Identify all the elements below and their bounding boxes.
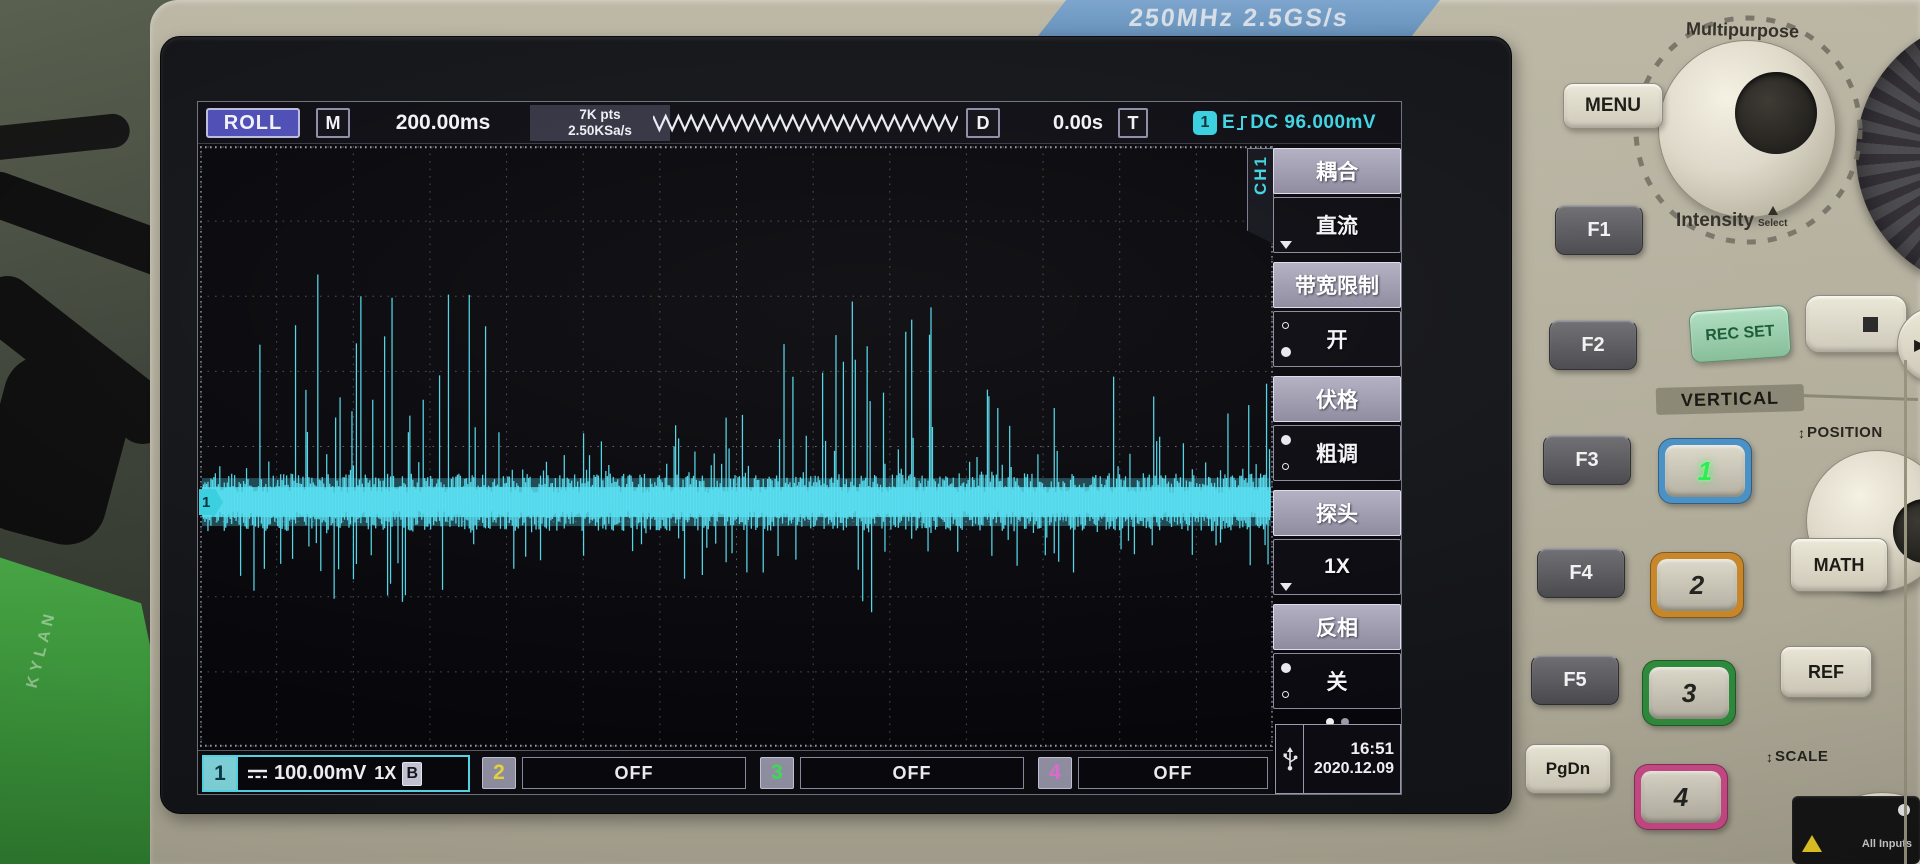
channel-1-button[interactable]: 1	[1658, 438, 1752, 504]
record-points: 7K pts	[579, 107, 621, 122]
channel-3-label: 3	[1649, 667, 1729, 719]
channel-4-label: 4	[1641, 771, 1721, 823]
menu-item-volts-div: 伏格 粗调	[1273, 376, 1401, 481]
menu-item-bandwidth-limit: 带宽限制 开	[1273, 262, 1401, 367]
ch2-status: OFF	[522, 757, 746, 789]
menu-value: 粗调	[1273, 425, 1401, 481]
ch1-badge: 1	[204, 757, 238, 790]
select-knob-icon	[1768, 206, 1778, 215]
updown-icon: ↕	[1766, 748, 1773, 765]
noise-waveform-preview-icon	[653, 113, 958, 133]
menu-label: 伏格	[1273, 376, 1401, 422]
ch1-bandwidth-chip: B	[402, 761, 423, 786]
menu-channel-tab: CH1	[1247, 148, 1274, 244]
trigger-edge: E	[1222, 112, 1236, 133]
acquisition-mode-badge: ROLL	[206, 108, 300, 138]
sample-rate: 2.50KSa/s	[568, 123, 632, 138]
f1-button[interactable]: F1	[1555, 205, 1643, 255]
delay-prefix-badge: D	[966, 108, 1000, 138]
datetime-box: 16:51 2020.12.09	[1275, 724, 1401, 794]
ch3-status: OFF	[800, 757, 1024, 789]
knob-indicator-hole	[1735, 72, 1817, 154]
intensity-label: Intensity	[1676, 210, 1755, 231]
input-warning-label: All Inputs	[1792, 796, 1920, 864]
usb-icon	[1276, 725, 1304, 793]
menu-item-probe: 探头 1X	[1273, 490, 1401, 595]
run-stop-button[interactable]	[1805, 295, 1907, 353]
play-icon: ▶	[1914, 335, 1920, 355]
pgdn-button[interactable]: PgDn	[1525, 744, 1611, 794]
menu-value: 直流	[1273, 197, 1401, 253]
channel-3-button[interactable]: 3	[1642, 660, 1736, 726]
radio-off-icon	[1282, 691, 1289, 698]
trigger-info: E DC 96.000mV	[1222, 108, 1400, 138]
trigger-prefix-badge: T	[1118, 108, 1148, 138]
f2-button[interactable]: F2	[1549, 320, 1637, 370]
f3-button[interactable]: F3	[1543, 435, 1631, 485]
updown-icon: ↕	[1798, 424, 1805, 441]
position-label: ↕ POSITION	[1798, 424, 1883, 441]
ch1-scale: 100.00mV	[274, 762, 367, 784]
datetime: 16:51 2020.12.09	[1304, 725, 1400, 793]
ch3-badge: 3	[760, 757, 794, 789]
warning-triangle-icon	[1802, 835, 1822, 852]
trigger-coupling: DC	[1250, 112, 1279, 133]
menu-value: 关	[1273, 653, 1401, 709]
ref-button[interactable]: REF	[1780, 646, 1872, 698]
timebase-value: 200.00ms	[395, 111, 491, 134]
trigger-level: 96.000mV	[1284, 112, 1377, 133]
radio-on-icon	[1281, 435, 1291, 445]
menu-button[interactable]: MENU	[1563, 83, 1663, 129]
ch1-status-group: 1 100.00mV 1X B	[202, 755, 470, 792]
trigger-source-badge: 1	[1193, 111, 1217, 135]
select-label: Select	[1758, 218, 1788, 229]
radio-on-icon	[1281, 663, 1291, 673]
menu-item-invert: 反相 关	[1273, 604, 1401, 709]
acquisition-info: 7K pts 2.50KSa/s	[530, 105, 670, 141]
oscilloscope-photo: KYLAN 250MHz 2.5GS/s ROLL M 200.00ms 7K …	[0, 0, 1920, 864]
vertical-section-label: VERTICAL	[1655, 384, 1805, 415]
menu-value: 1X	[1273, 539, 1401, 595]
menu-label: 探头	[1273, 490, 1401, 536]
f4-button[interactable]: F4	[1537, 548, 1625, 598]
channel-1-label: 1	[1665, 445, 1745, 497]
radio-off-icon	[1282, 463, 1289, 470]
rising-edge-icon	[1237, 116, 1248, 130]
radio-off-icon	[1282, 322, 1289, 329]
rec-set-button[interactable]: REC SET	[1688, 304, 1792, 364]
radio-on-icon	[1281, 347, 1291, 357]
softkey-menu: CH1 耦合 直流 带宽限制 开 伏格 粗调 探头 1X 反相 关	[1247, 146, 1401, 750]
scale-label: ↕ SCALE	[1766, 748, 1829, 765]
dc-coupling-icon	[248, 769, 267, 778]
menu-item-coupling: 耦合 直流	[1273, 148, 1401, 253]
multipurpose-knob[interactable]	[1658, 40, 1836, 218]
ch2-badge: 2	[482, 757, 516, 789]
channel-2-button[interactable]: 2	[1650, 552, 1744, 618]
panel-seam	[1904, 360, 1907, 864]
ch1-probe: 1X	[374, 763, 397, 783]
timebase-prefix-badge: M	[316, 108, 350, 138]
channel-2-label: 2	[1657, 559, 1737, 611]
channel-status-bar: 1 100.00mV 1X B 2 OFF 3 OFF 4 OFF	[198, 750, 1273, 794]
status-bar: ROLL M 200.00ms 7K pts 2.50KSa/s D 0.00s…	[198, 102, 1401, 144]
clock-time: 16:51	[1350, 739, 1394, 758]
multipurpose-label: Multipurpose	[1685, 18, 1800, 42]
menu-label: 反相	[1273, 604, 1401, 650]
bandwidth-badge: 250MHz 2.5GS/s	[1038, 0, 1440, 36]
menu-value: 开	[1273, 311, 1401, 367]
f5-button[interactable]: F5	[1531, 655, 1619, 705]
ch4-badge: 4	[1038, 757, 1072, 789]
menu-label: 带宽限制	[1273, 262, 1401, 308]
channel-4-button[interactable]: 4	[1634, 764, 1728, 830]
dropdown-arrow-icon	[1280, 241, 1292, 249]
waveform-plot	[200, 146, 1273, 747]
lcd-screen: ROLL M 200.00ms 7K pts 2.50KSa/s D 0.00s…	[197, 101, 1402, 795]
clock-date: 2020.12.09	[1313, 760, 1394, 777]
ch4-status: OFF	[1078, 757, 1268, 789]
dropdown-arrow-icon	[1280, 583, 1292, 591]
screen-bezel: ROLL M 200.00ms 7K pts 2.50KSa/s D 0.00s…	[160, 36, 1512, 814]
math-button[interactable]: MATH	[1790, 538, 1888, 592]
stop-square-icon	[1862, 316, 1878, 332]
menu-label: 耦合	[1273, 148, 1401, 194]
